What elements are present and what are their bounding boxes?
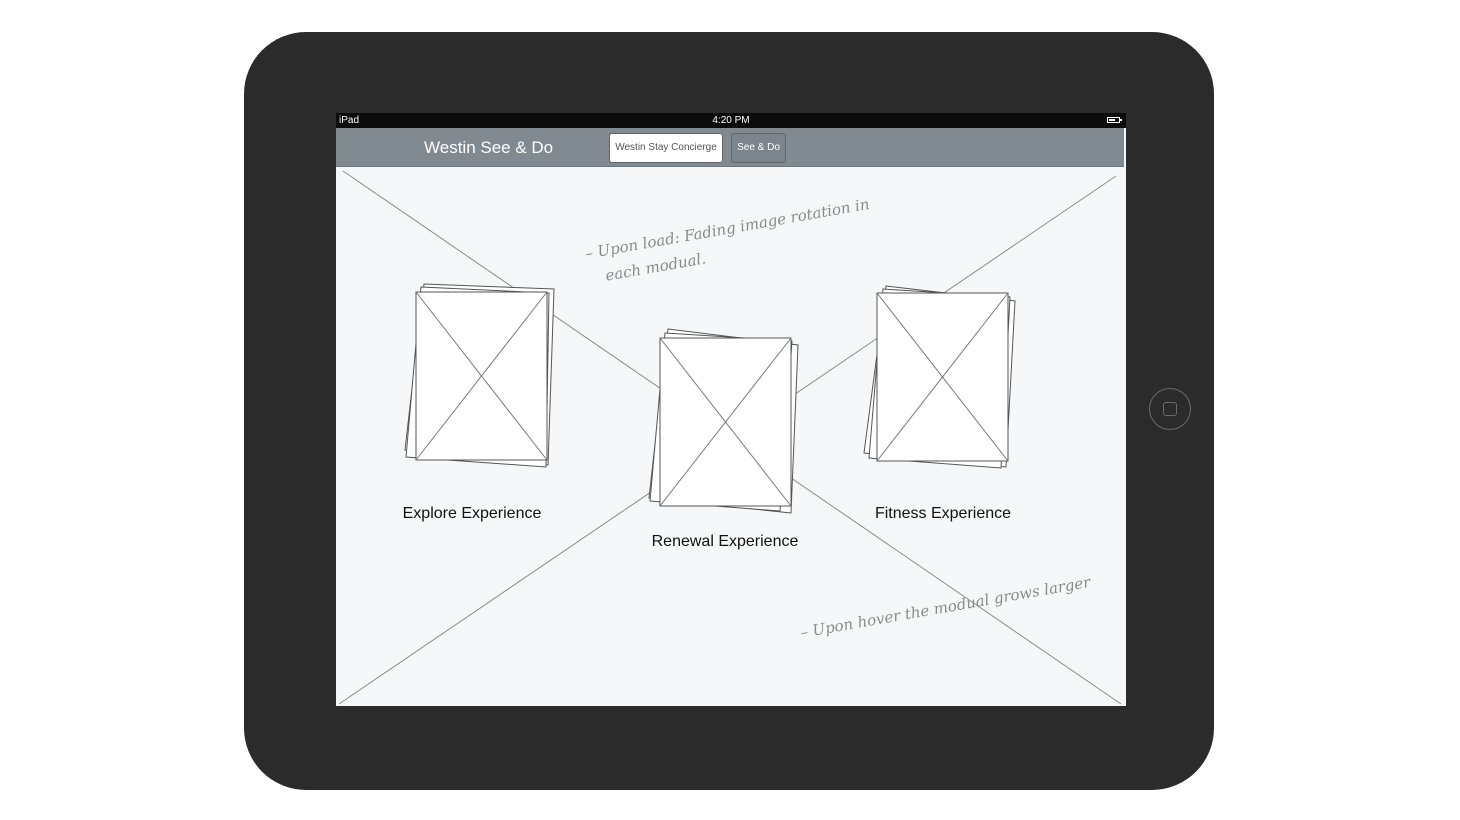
explore-experience-label[interactable]: Explore Experience [402, 505, 542, 523]
fitness-image-placeholder [863, 285, 1016, 469]
fitness-experience-label[interactable]: Fitness Experience [873, 505, 1013, 523]
navigation-bar: Westin See & Do Westin Stay Concierge Se… [336, 128, 1124, 167]
battery-icon [1107, 117, 1122, 123]
home-button[interactable] [1149, 388, 1191, 430]
renewal-experience-label[interactable]: Renewal Experience [650, 533, 800, 551]
renewal-image-placeholder [648, 328, 799, 514]
app-title: Westin See & Do [424, 138, 554, 157]
explore-image-placeholder [404, 283, 555, 468]
status-time: 4:20 PM [712, 115, 750, 126]
home-square-icon [1163, 402, 1177, 416]
content-area: Explore Experience Renewal Experience Fi… [336, 167, 1126, 706]
background-image-placeholder [338, 170, 1122, 705]
ipad-screen: iPad 4:20 PM Westin See & Do Westin Stay… [336, 113, 1126, 706]
tab-westin-stay-concierge[interactable]: Westin Stay Concierge [609, 133, 723, 163]
tab-see-and-do[interactable]: See & Do [731, 133, 786, 163]
status-bar: iPad 4:20 PM [336, 113, 1126, 128]
